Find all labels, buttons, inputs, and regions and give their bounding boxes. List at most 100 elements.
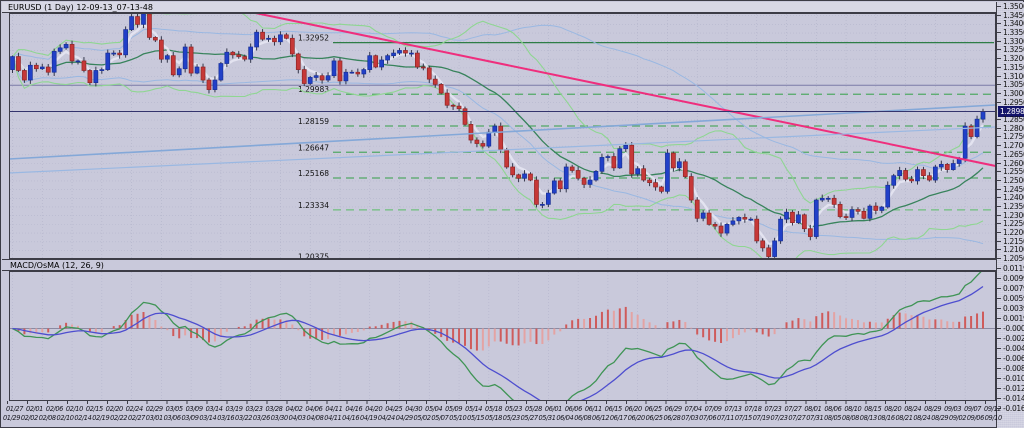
date-label: 06/29 [665,405,682,413]
price-tick-label: 1.25500 [1003,167,1024,176]
date-label: 03/30 [271,414,288,422]
axis-tick-mark [997,378,1001,379]
date-label: 07/13 [725,405,742,413]
date-label: 04/06 [305,405,322,413]
date-label: 08/16 [878,414,895,422]
date-label: 05/23 [505,405,522,413]
date-label: 03/06 [164,414,181,422]
date-label: 08/08 [842,414,859,422]
macd-panel[interactable] [1,271,996,401]
price-tick-label: 1.21000 [1003,245,1024,254]
date-label: 03/05 [166,405,183,413]
axis-tick-mark [997,258,1001,259]
date-label: 02/10 [57,414,74,422]
axis-tick-mark [997,241,1001,242]
price-tick-label: 1.34500 [1003,11,1024,20]
date-label: 02/06 [46,405,63,413]
date-label: 05/23 [503,414,520,422]
descending-trendline-magenta[interactable] [236,13,996,170]
date-label: 05/28 [525,405,542,413]
date-label: 07/09 [705,405,722,413]
axis-tick-mark [997,163,1001,164]
date-label: 08/13 [860,414,877,422]
date-label: 04/02 [285,405,302,413]
date-label: 08/24 [913,414,930,422]
axis-tick-mark [997,338,1001,339]
axis-tick-mark [997,41,1001,42]
date-label: 01/29 [3,414,20,422]
ascending-trendline-blue[interactable] [9,105,995,159]
axis-tick-mark [997,171,1001,172]
axis-tick-mark [997,318,1001,319]
price-tick-label: 1.23500 [1003,202,1024,211]
axis-tick-mark [997,308,1001,309]
macd-tick-label: -0.0141 [1003,394,1024,403]
date-label: 05/27 [521,414,538,422]
date-label: 08/29 [931,414,948,422]
date-label: 07/18 [745,405,762,413]
date-label: 05/14 [465,405,482,413]
macd-tick-label: 0.0099 [1003,274,1024,283]
axis-tick-mark [997,398,1001,399]
axis-tick-mark [997,232,1001,233]
date-label: 02/15 [86,405,103,413]
date-label: 07/04 [685,405,702,413]
date-label: 09/12 [984,405,1001,413]
date-label: 08/05 [824,414,841,422]
date-label: 02/19 [92,414,109,422]
level-label: 1.26647 [298,143,329,152]
price-tick-label: 1.32000 [1003,54,1024,63]
date-label: 03/16 [217,414,234,422]
price-tick-label: 1.22000 [1003,228,1024,237]
macd-tick-label: -0.0101 [1003,374,1024,383]
date-label: 05/10 [449,414,466,422]
price-tick-label: 1.22500 [1003,219,1024,228]
date-label: 08/10 [844,405,861,413]
date-label: 07/27 [784,405,801,413]
date-label: 06/20 [625,405,642,413]
price-tick-label: 1.32500 [1003,45,1024,54]
axis-tick-mark [997,15,1001,16]
date-label: 04/03 [289,414,306,422]
macd-signal-line [13,287,984,402]
date-label: 08/15 [864,405,881,413]
axis-tick-mark [997,180,1001,181]
date-label: 06/12 [592,414,609,422]
date-label: 03/26 [253,414,270,422]
axis-tick-mark [997,268,1001,269]
axis-tick-mark [997,93,1001,94]
date-label: 03/22 [235,414,252,422]
date-label: 07/03 [681,414,698,422]
main-price-chart[interactable]: 1.329521.299831.281591.266471.251681.233… [1,13,996,259]
price-tick-label: 1.26000 [1003,159,1024,168]
axis-tick-mark [997,6,1001,7]
price-tick-label: 1.28500 [1003,115,1024,124]
date-label: 06/11 [585,405,602,413]
date-label: 07/11 [717,414,734,422]
macd-tick-label: 0.0059 [1003,294,1024,303]
date-label: 04/16 [345,405,362,413]
axis-tick-mark [997,348,1001,349]
date-label: 07/15 [735,414,752,422]
date-label: 09/07 [964,405,981,413]
date-label: 06/15 [605,405,622,413]
date-label: 08/24 [904,405,921,413]
macd-tick-label: -0.0001 [1003,324,1024,333]
date-label: 06/06 [565,405,582,413]
price-tick-label: 1.35000 [1003,2,1024,11]
date-label: 08/01 [804,405,821,413]
axis-tick-mark [997,206,1001,207]
axis-tick-mark [997,288,1001,289]
date-label: 09/02 [949,414,966,422]
date-axis[interactable]: 01/2702/0102/0602/1002/1502/2002/2402/29… [2,401,996,428]
date-label: 02/20 [106,405,123,413]
date-label: 04/19 [360,414,377,422]
axis-tick-mark [997,32,1001,33]
axis-tick-mark [997,215,1001,216]
date-label: 08/21 [896,414,913,422]
date-label: 04/20 [365,405,382,413]
price-axis[interactable]: 1.28988 1.350001.345001.340001.335001.33… [996,2,1024,428]
date-label: 04/08 [306,414,323,422]
chart-window: EURUSD (1 Day) 12-09-13_07-13-48 1.32952… [0,0,1024,428]
date-label: 04/16 [342,414,359,422]
